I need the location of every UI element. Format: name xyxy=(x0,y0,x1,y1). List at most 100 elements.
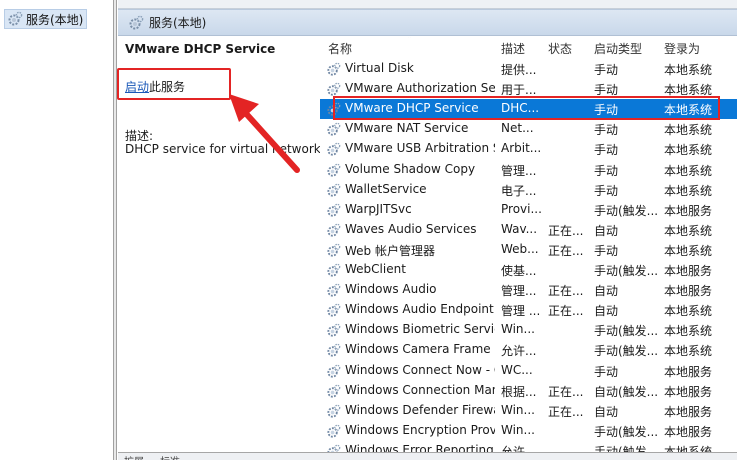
cell-description: Net... xyxy=(501,121,534,136)
gear-icon xyxy=(327,424,341,438)
cell-startup-type: 手动 xyxy=(594,143,619,158)
cell-logon-as: 本地服务 xyxy=(664,364,713,379)
gear-icon xyxy=(8,11,23,26)
cell-description: Provi... xyxy=(501,201,542,216)
cell-description: Win... xyxy=(501,322,535,337)
cell-description: 使基... xyxy=(501,264,537,278)
cell-startup-type: 手动(触发... xyxy=(594,264,659,278)
table-row[interactable]: Windows Audio 管理... 正在... 自动 本地服务 xyxy=(320,280,737,300)
gear-icon xyxy=(327,122,341,136)
column-header-status[interactable]: 状态 xyxy=(548,40,572,57)
cell-logon-as: 本地系统 xyxy=(664,183,713,198)
cell-logon-as: 本地系统 xyxy=(664,243,713,258)
gear-icon xyxy=(327,183,341,197)
table-row[interactable]: Windows Encryption Provid... Win... 手动(触发.… xyxy=(320,421,737,441)
cell-name: VMware USB Arbitration S... xyxy=(345,141,495,156)
cell-description: Web... xyxy=(501,241,539,256)
gear-icon xyxy=(327,364,341,378)
cell-name: Windows Connect Now - C... xyxy=(345,362,495,377)
cell-name: Windows Encryption Provid... xyxy=(345,422,495,437)
cell-logon-as: 本地系统 xyxy=(664,163,713,178)
table-row[interactable]: WebClient 使基... 手动(触发... 本地服务 xyxy=(320,260,737,280)
cell-logon-as: 本地服务 xyxy=(664,284,713,299)
cell-name: WarpJITSvc xyxy=(345,201,412,216)
cell-description: 管理... xyxy=(501,163,537,178)
cell-description: WC... xyxy=(501,362,533,377)
gear-icon xyxy=(327,163,341,177)
cell-logon-as: 本地系统 xyxy=(664,63,713,77)
cell-startup-type: 手动(触发... xyxy=(594,324,659,339)
cell-description: 电子... xyxy=(501,183,537,198)
cell-startup-type: 手动(触发... xyxy=(594,344,659,359)
tree-panel: 服务(本地) xyxy=(0,0,114,460)
cell-logon-as: 本地服务 xyxy=(664,404,713,419)
table-row[interactable]: Waves Audio Services Wav... 正在... 自动 本地系统 xyxy=(320,220,737,240)
cell-startup-type: 手动 xyxy=(594,364,619,379)
column-header-logon-as[interactable]: 登录为 xyxy=(664,40,700,57)
column-header-row: ⌃ 名称 描述 状态 启动类型 登录为 xyxy=(320,37,737,58)
bottom-tabs: 扩展 标准 xyxy=(118,452,737,460)
cell-status: 正在... xyxy=(548,404,584,419)
gear-icon xyxy=(129,15,144,29)
cell-status: 正在... xyxy=(548,223,584,238)
cell-description: 管理 ... xyxy=(501,304,541,319)
cell-name: Web 帐户管理器 xyxy=(345,243,435,258)
cell-logon-as: 本地服务 xyxy=(664,203,713,218)
table-row[interactable]: Windows Audio Endpoint B... 管理 ... 正在... 自动… xyxy=(320,300,737,320)
cell-logon-as: 本地系统 xyxy=(664,304,713,319)
cell-name: WebClient xyxy=(345,262,406,276)
table-row[interactable]: Web 帐户管理器 Web... 正在... 手动 本地系统 xyxy=(320,240,737,260)
gear-icon xyxy=(327,323,341,337)
cell-logon-as: 本地服务 xyxy=(664,264,713,278)
gear-icon xyxy=(327,303,341,317)
pane-title: 服务(本地) xyxy=(149,16,207,30)
cell-name: Windows Audio xyxy=(345,282,437,297)
table-row[interactable]: VMware USB Arbitration S... Arbit... 手动 本地系… xyxy=(320,139,737,159)
cell-status: 正在... xyxy=(548,284,584,299)
cell-startup-type: 自动 xyxy=(594,284,619,299)
cell-name: Virtual Disk xyxy=(345,61,414,75)
table-row[interactable]: Virtual Disk 提供... 手动 本地系统 xyxy=(320,59,737,79)
cell-name: VMware Authorization Ser... xyxy=(345,81,495,96)
cell-description: Arbit... xyxy=(501,141,542,156)
gear-icon xyxy=(327,404,341,418)
cell-status: 正在... xyxy=(548,243,584,258)
cell-description: 管理... xyxy=(501,284,537,299)
cell-logon-as: 本地系统 xyxy=(664,143,713,158)
gear-icon xyxy=(327,263,341,277)
column-header-startup-type[interactable]: 启动类型 xyxy=(594,40,642,57)
table-row[interactable]: WalletService 电子... 手动 本地系统 xyxy=(320,180,737,200)
table-row[interactable]: VMware NAT Service Net... 手动 本地系统 xyxy=(320,119,737,139)
tab-extended[interactable]: 扩展 xyxy=(124,453,144,460)
cell-description: 允许... xyxy=(501,344,537,359)
table-row[interactable]: Windows Biometric Service Win... 手动(触发... 本… xyxy=(320,320,737,340)
table-row[interactable]: WarpJITSvc Provi... 手动(触发... 本地服务 xyxy=(320,200,737,220)
gear-icon xyxy=(327,143,341,156)
tree-item-services-local[interactable]: 服务(本地) xyxy=(4,9,88,29)
column-header-name[interactable]: 名称 xyxy=(328,40,352,57)
highlight-box-selected-row xyxy=(333,96,720,120)
cell-name: Windows Defender Firewall xyxy=(345,402,495,417)
table-row[interactable]: Windows Camera Frame S... 允许... 手动(触发... 本地… xyxy=(320,340,737,360)
tree-item-label: 服务(本地) xyxy=(26,12,84,27)
sort-indicator-icon: ⌃ xyxy=(406,37,413,43)
cell-description: Win... xyxy=(501,402,535,417)
gear-icon xyxy=(327,344,341,357)
column-header-description[interactable]: 描述 xyxy=(501,40,525,57)
cell-name: Windows Camera Frame S... xyxy=(345,342,495,357)
cell-name: WalletService xyxy=(345,181,427,196)
red-arrow-annotation xyxy=(229,94,300,173)
cell-startup-type: 自动 xyxy=(594,404,619,419)
cell-description: 提供... xyxy=(501,63,537,77)
cell-description: Win... xyxy=(501,422,535,437)
pane-header: 服务(本地) xyxy=(118,9,737,36)
cell-name: Windows Audio Endpoint B... xyxy=(345,302,495,317)
table-row[interactable]: Volume Shadow Copy 管理... 手动 本地系统 xyxy=(320,160,737,180)
table-row[interactable]: Windows Connection Man... 根据... 正在... 自动(触发… xyxy=(320,381,737,401)
table-row[interactable]: Windows Defender Firewall Win... 正在... 自动 本地… xyxy=(320,401,737,421)
table-row[interactable]: Windows Connect Now - C... WC... 手动 本地服务 xyxy=(320,361,737,381)
cell-status: 正在... xyxy=(548,384,584,399)
tab-standard[interactable]: 标准 xyxy=(160,453,180,460)
gear-icon xyxy=(327,82,341,96)
cell-name: VMware NAT Service xyxy=(345,121,469,136)
